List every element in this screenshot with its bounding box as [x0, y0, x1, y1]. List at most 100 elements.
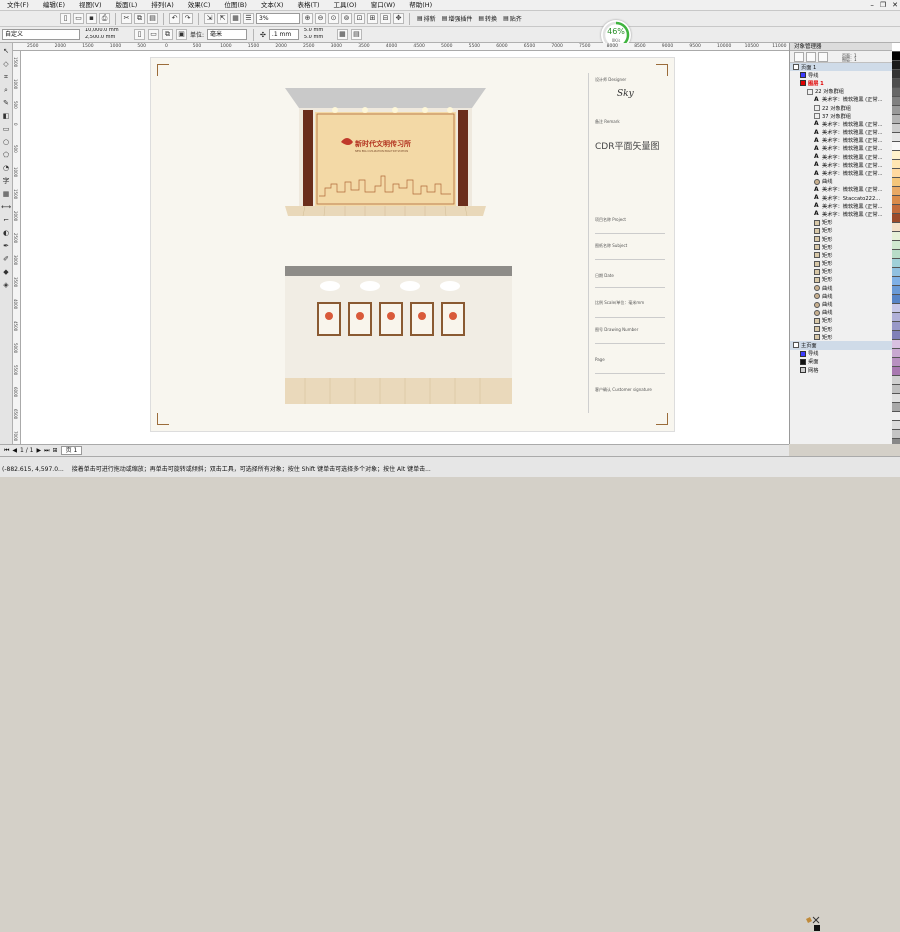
- pan-icon[interactable]: ✥: [393, 13, 404, 24]
- color-swatch[interactable]: [892, 106, 900, 115]
- dimension-tool-icon[interactable]: ⟷: [1, 202, 11, 212]
- color-swatch[interactable]: [892, 385, 900, 394]
- pick-tool-icon[interactable]: ↖: [1, 46, 11, 56]
- zoom-height-icon[interactable]: ⊟: [380, 13, 391, 24]
- object-tree-row[interactable]: 曲线: [790, 284, 892, 292]
- object-tree-row[interactable]: 矩形: [790, 317, 892, 325]
- color-swatch[interactable]: [892, 403, 900, 412]
- menu-item[interactable]: 排列(A): [144, 0, 181, 11]
- color-swatch[interactable]: [892, 205, 900, 214]
- color-swatch[interactable]: [892, 196, 900, 205]
- color-swatch[interactable]: [892, 142, 900, 151]
- menu-item[interactable]: 文本(X): [254, 0, 291, 11]
- object-tree-row[interactable]: 矩形: [790, 333, 892, 341]
- zoom-width-icon[interactable]: ⊞: [367, 13, 378, 24]
- smart-fill-icon[interactable]: ◧: [1, 111, 11, 121]
- current-page-icon[interactable]: ▣: [176, 29, 187, 40]
- eyedropper-icon[interactable]: ✒: [1, 241, 11, 251]
- cut-icon[interactable]: ✂: [121, 13, 132, 24]
- portrait-icon[interactable]: ▯: [134, 29, 145, 40]
- open-file-icon[interactable]: ▭: [73, 13, 84, 24]
- color-swatch[interactable]: [892, 421, 900, 430]
- signboard-elevation[interactable]: 新时代文明传习所 NEW ERA CIVILIZATION PRACTICE S…: [285, 88, 486, 216]
- layer-manager-view-icon[interactable]: [818, 52, 828, 62]
- import-icon[interactable]: ⇲: [204, 13, 215, 24]
- duplicate-x-field[interactable]: 5.0 mm: [302, 28, 334, 35]
- zoom-all-icon[interactable]: ⊚: [341, 13, 352, 24]
- duplicate-y-field[interactable]: 5.0 mm: [302, 35, 334, 42]
- color-swatch[interactable]: [892, 52, 900, 61]
- color-swatch[interactable]: [892, 376, 900, 385]
- color-swatch[interactable]: [892, 151, 900, 160]
- object-tree-row[interactable]: A美术字：微软雅黑 (正常...: [790, 210, 892, 218]
- layout-button[interactable]: ▤排新: [415, 14, 438, 23]
- color-swatch[interactable]: [892, 430, 900, 439]
- color-swatch[interactable]: [892, 241, 900, 250]
- interactive-fill-icon[interactable]: ◈: [1, 280, 11, 290]
- color-swatch[interactable]: [892, 367, 900, 376]
- object-tree-row[interactable]: A美术字：微软雅黑 (正常...: [790, 161, 892, 169]
- menu-item[interactable]: 版面(L): [109, 0, 145, 11]
- polygon-tool-icon[interactable]: ⬠: [1, 150, 11, 160]
- table-tool-icon[interactable]: ▦: [1, 189, 11, 199]
- object-tree-row[interactable]: A美术字：微软雅黑 (正常...: [790, 202, 892, 210]
- object-tree-row[interactable]: A美术字：微软雅黑 (正常...: [790, 120, 892, 128]
- object-tree-row[interactable]: 矩形: [790, 268, 892, 276]
- object-tree-row[interactable]: 矩形: [790, 219, 892, 227]
- zoom-tool-icon[interactable]: ⌕: [1, 85, 11, 95]
- object-tree-row[interactable]: A美术字：微软雅黑 (正常...: [790, 153, 892, 161]
- zoom-in-icon[interactable]: ⊕: [302, 13, 313, 24]
- export-icon[interactable]: ⇱: [217, 13, 228, 24]
- print-icon[interactable]: ⎙: [99, 13, 110, 24]
- freehand-tool-icon[interactable]: ✎: [1, 98, 11, 108]
- menu-item[interactable]: 位图(B): [217, 0, 254, 11]
- color-swatch[interactable]: [892, 223, 900, 232]
- color-swatch[interactable]: [892, 79, 900, 88]
- first-page-icon[interactable]: ⏮: [4, 447, 9, 455]
- object-tree-row[interactable]: 矩形: [790, 227, 892, 235]
- show-properties-icon[interactable]: [794, 52, 804, 62]
- object-tree-row[interactable]: 网格: [790, 366, 892, 374]
- redo-icon[interactable]: ↷: [182, 13, 193, 24]
- all-pages-icon[interactable]: ⧉: [162, 29, 173, 40]
- color-swatch[interactable]: [892, 160, 900, 169]
- vertical-ruler[interactable]: 1500100050005001000150020002500300035004…: [13, 51, 21, 444]
- color-swatch[interactable]: [892, 232, 900, 241]
- color-swatch[interactable]: [892, 349, 900, 358]
- color-swatch[interactable]: [892, 259, 900, 268]
- object-tree-row[interactable]: 曲线: [790, 300, 892, 308]
- object-tree-row[interactable]: 22 对象群组: [790, 88, 892, 96]
- save-icon[interactable]: ▪: [86, 13, 97, 24]
- object-tree-row[interactable]: 曲线: [790, 309, 892, 317]
- prev-page-icon[interactable]: ◀: [12, 447, 17, 454]
- landscape-icon[interactable]: ▭: [148, 29, 159, 40]
- color-swatch[interactable]: [892, 277, 900, 286]
- next-page-icon[interactable]: ▶: [37, 447, 42, 454]
- object-tree-row[interactable]: 矩形: [790, 243, 892, 251]
- color-swatch[interactable]: [892, 250, 900, 259]
- object-tree-row[interactable]: 矩形: [790, 260, 892, 268]
- color-swatch[interactable]: [892, 97, 900, 106]
- object-tree-row[interactable]: A美术字：微软雅黑 (正常...: [790, 145, 892, 153]
- color-swatch[interactable]: [892, 187, 900, 196]
- interactive-effects-icon[interactable]: ◐: [1, 228, 11, 238]
- color-swatch[interactable]: [892, 358, 900, 367]
- object-tree-row[interactable]: A美术字：Staccato222...: [790, 194, 892, 202]
- color-swatch[interactable]: [892, 70, 900, 79]
- edit-across-layers-icon[interactable]: [806, 52, 816, 62]
- color-swatch[interactable]: [892, 61, 900, 70]
- object-tree-row[interactable]: 曲线: [790, 178, 892, 186]
- color-swatch[interactable]: [892, 169, 900, 178]
- color-swatch[interactable]: [892, 304, 900, 313]
- object-tree-row[interactable]: A美术字：微软雅黑 (正常...: [790, 129, 892, 137]
- convert-button[interactable]: ▤转换: [476, 14, 499, 23]
- color-swatch[interactable]: [892, 313, 900, 322]
- paste-icon[interactable]: ▤: [147, 13, 158, 24]
- restore-icon[interactable]: ❐: [880, 0, 886, 11]
- outline-pen-icon[interactable]: ✐: [1, 254, 11, 264]
- object-tree-row[interactable]: 矩形: [790, 235, 892, 243]
- color-swatch[interactable]: [892, 268, 900, 277]
- rectangle-tool-icon[interactable]: ▭: [1, 124, 11, 134]
- basic-shapes-icon[interactable]: ◔: [1, 163, 11, 173]
- object-tree-row[interactable]: 37 对象群组: [790, 112, 892, 120]
